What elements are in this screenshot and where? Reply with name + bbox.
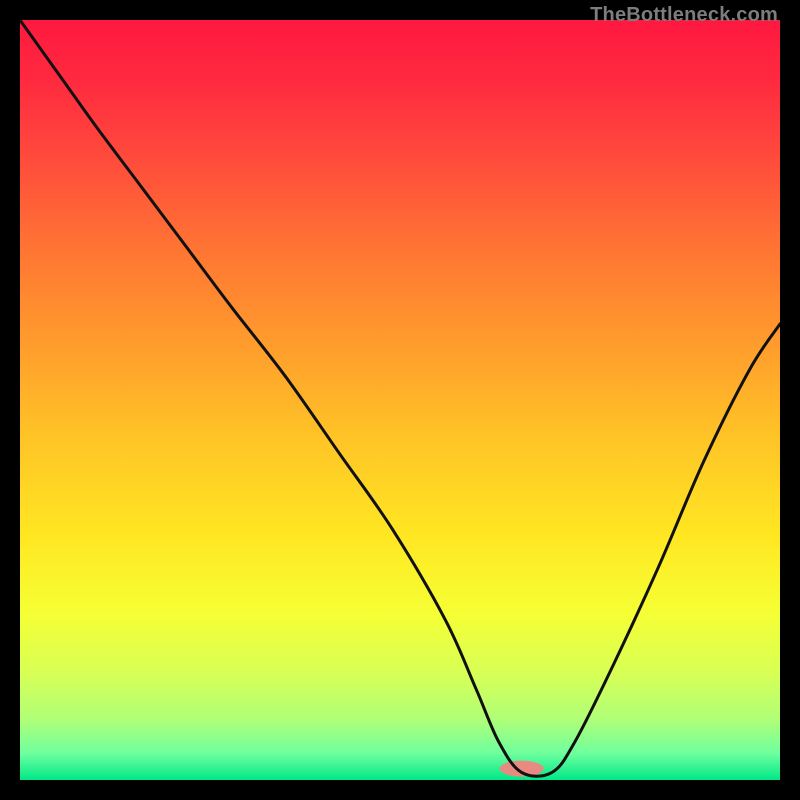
optimal-point-marker bbox=[500, 761, 544, 777]
chart-stage: TheBottleneck.com bbox=[0, 0, 800, 800]
chart-svg bbox=[20, 20, 780, 780]
watermark-text: TheBottleneck.com bbox=[590, 4, 778, 27]
chart-plot-area bbox=[20, 20, 780, 780]
chart-background bbox=[20, 20, 780, 780]
